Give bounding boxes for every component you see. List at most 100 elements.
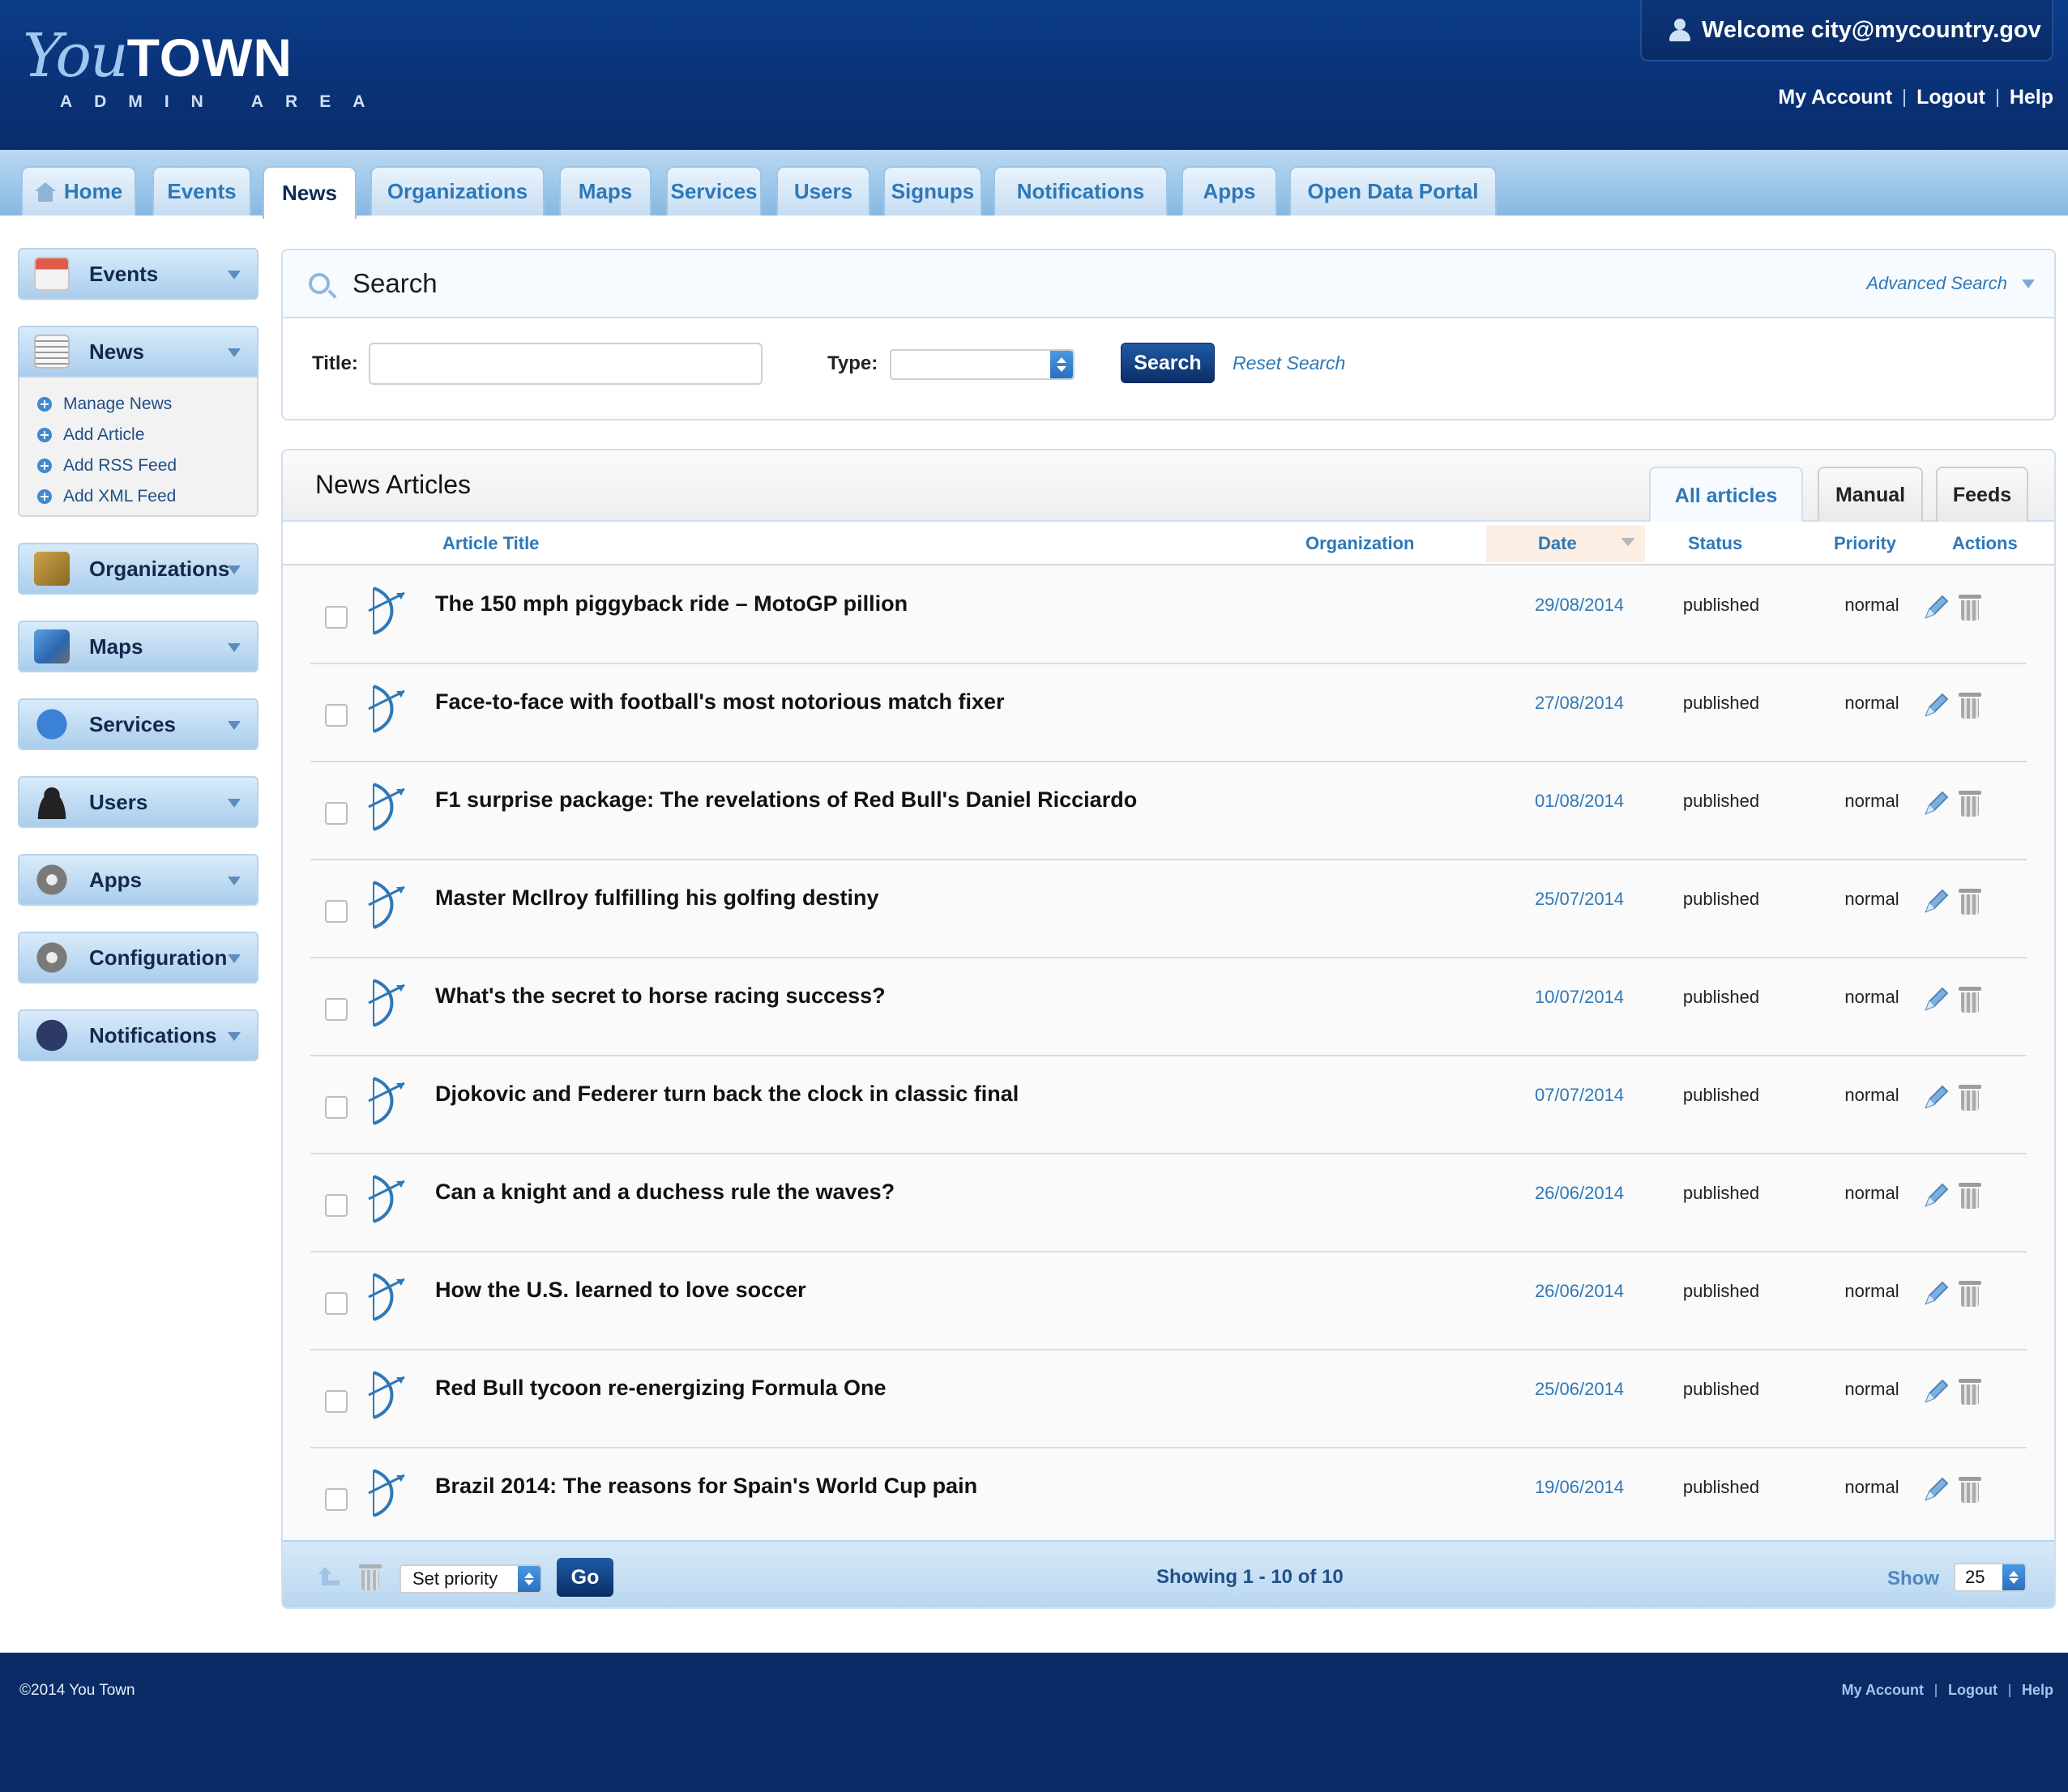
trash-icon[interactable] [1959, 1183, 1981, 1209]
footer-my-account-link[interactable]: My Account [1842, 1682, 1924, 1699]
row-checkbox[interactable] [325, 704, 348, 727]
trash-icon[interactable] [1959, 1085, 1981, 1111]
edit-icon[interactable] [1923, 985, 1950, 1013]
article-date: 26/06/2014 [1534, 1281, 1625, 1301]
article-title[interactable]: What's the secret to horse racing succes… [435, 983, 886, 1009]
edit-icon[interactable] [1923, 593, 1950, 621]
tab-all-articles[interactable]: All articles [1649, 467, 1803, 523]
trash-icon[interactable] [1959, 693, 1981, 719]
edit-icon[interactable] [1923, 1181, 1950, 1209]
calendar-icon [34, 257, 70, 291]
column-status[interactable]: Status [1688, 533, 1742, 554]
row-checkbox[interactable] [325, 1390, 348, 1413]
footer-logout-link[interactable]: Logout [1948, 1682, 1998, 1699]
trash-icon[interactable] [1959, 1281, 1981, 1307]
move-up-icon[interactable] [317, 1564, 343, 1589]
delete-selected-icon[interactable] [359, 1564, 382, 1590]
sidebar-item-apps[interactable]: Apps [18, 854, 258, 906]
submenu-manage-news[interactable]: Manage News [19, 389, 257, 420]
trash-icon[interactable] [1959, 791, 1981, 817]
sidebar-item-configuration[interactable]: Configuration [18, 932, 258, 983]
submenu-add-rss-feed[interactable]: Add RSS Feed [19, 450, 257, 481]
sidebar-item-organizations[interactable]: Organizations [18, 543, 258, 595]
article-title[interactable]: Djokovic and Federer turn back the clock… [435, 1082, 1019, 1107]
column-article-title[interactable]: Article Title [442, 533, 539, 554]
tab-manual[interactable]: Manual [1818, 467, 1923, 522]
page-size-select[interactable]: 25 [1954, 1563, 2027, 1592]
tab-notifications[interactable]: Notifications [993, 166, 1168, 215]
tab-signups[interactable]: Signups [883, 166, 982, 215]
tab-open-data-portal[interactable]: Open Data Portal [1289, 166, 1497, 215]
article-date: 19/06/2014 [1534, 1477, 1625, 1497]
edit-icon[interactable] [1923, 1083, 1950, 1111]
tab-home[interactable]: Home [21, 166, 136, 215]
trash-icon[interactable] [1959, 1477, 1981, 1503]
row-checkbox[interactable] [325, 900, 348, 923]
column-priority[interactable]: Priority [1834, 533, 1896, 554]
tab-organizations[interactable]: Organizations [370, 166, 545, 215]
row-checkbox[interactable] [325, 802, 348, 825]
article-title[interactable]: How the U.S. learned to love soccer [435, 1278, 806, 1303]
row-checkbox[interactable] [325, 1096, 348, 1119]
logout-link[interactable]: Logout [1916, 86, 1985, 109]
tab-apps[interactable]: Apps [1181, 166, 1277, 215]
article-priority: normal [1844, 1477, 1899, 1497]
row-checkbox[interactable] [325, 998, 348, 1021]
submenu-add-xml-feed[interactable]: Add XML Feed [19, 481, 257, 512]
reset-search-link[interactable]: Reset Search [1233, 352, 1345, 374]
my-account-link[interactable]: My Account [1778, 86, 1892, 109]
go-button[interactable]: Go [557, 1558, 613, 1597]
title-search-input[interactable] [369, 343, 763, 385]
type-select[interactable] [890, 349, 1075, 380]
footer-help-link[interactable]: Help [2022, 1682, 2053, 1699]
tab-services[interactable]: Services [666, 166, 762, 215]
advanced-search-link[interactable]: Advanced Search [1866, 273, 2007, 294]
article-status: published [1682, 791, 1760, 811]
article-title[interactable]: Can a knight and a duchess rule the wave… [435, 1180, 895, 1205]
gear-icon [34, 941, 70, 975]
tab-maps[interactable]: Maps [559, 166, 652, 215]
edit-icon[interactable] [1923, 1279, 1950, 1307]
help-link[interactable]: Help [2010, 86, 2053, 109]
row-checkbox[interactable] [325, 1488, 348, 1511]
logo[interactable]: YouTOWN ADMIN AREA [23, 21, 365, 111]
row-checkbox[interactable] [325, 606, 348, 629]
tab-events[interactable]: Events [152, 166, 251, 215]
sidebar-item-maps[interactable]: Maps [18, 621, 258, 672]
article-title[interactable]: F1 surprise package: The revelations of … [435, 787, 1137, 813]
megaphone-icon [34, 1018, 70, 1052]
trash-icon[interactable] [1959, 595, 1981, 621]
tab-users[interactable]: Users [776, 166, 870, 215]
edit-icon[interactable] [1923, 1377, 1950, 1405]
row-checkbox[interactable] [325, 1194, 348, 1217]
tab-news[interactable]: News [263, 166, 357, 219]
edit-icon[interactable] [1923, 789, 1950, 817]
chevron-down-icon [228, 271, 241, 279]
column-organization[interactable]: Organization [1305, 533, 1414, 554]
trash-icon[interactable] [1959, 889, 1981, 915]
article-title[interactable]: Brazil 2014: The reasons for Spain's Wor… [435, 1474, 977, 1499]
sidebar-item-events[interactable]: Events [18, 248, 258, 300]
search-button[interactable]: Search [1121, 343, 1215, 383]
sidebar-item-users[interactable]: Users [18, 776, 258, 828]
set-priority-select[interactable]: Set priority [400, 1564, 542, 1594]
edit-icon[interactable] [1923, 887, 1950, 915]
sort-desc-icon[interactable] [1621, 538, 1635, 546]
trash-icon[interactable] [1959, 987, 1981, 1013]
column-date[interactable]: Date [1538, 533, 1577, 554]
edit-icon[interactable] [1923, 1475, 1950, 1503]
article-title[interactable]: Master McIlroy fulfilling his golfing de… [435, 885, 879, 911]
article-title[interactable]: Red Bull tycoon re-energizing Formula On… [435, 1376, 887, 1401]
edit-icon[interactable] [1923, 691, 1950, 719]
sidebar-item-label: Users [89, 789, 148, 814]
row-checkbox[interactable] [325, 1292, 348, 1315]
sidebar-item-notifications[interactable]: Notifications [18, 1009, 258, 1061]
chevron-down-icon[interactable] [2022, 279, 2035, 288]
article-title[interactable]: Face-to-face with football's most notori… [435, 689, 1005, 715]
submenu-add-article[interactable]: Add Article [19, 420, 257, 450]
sidebar-item-news[interactable]: News [18, 326, 258, 378]
tab-feeds[interactable]: Feeds [1936, 467, 2028, 522]
article-title[interactable]: The 150 mph piggyback ride – MotoGP pill… [435, 591, 908, 617]
trash-icon[interactable] [1959, 1379, 1981, 1405]
sidebar-item-services[interactable]: Services [18, 698, 258, 750]
